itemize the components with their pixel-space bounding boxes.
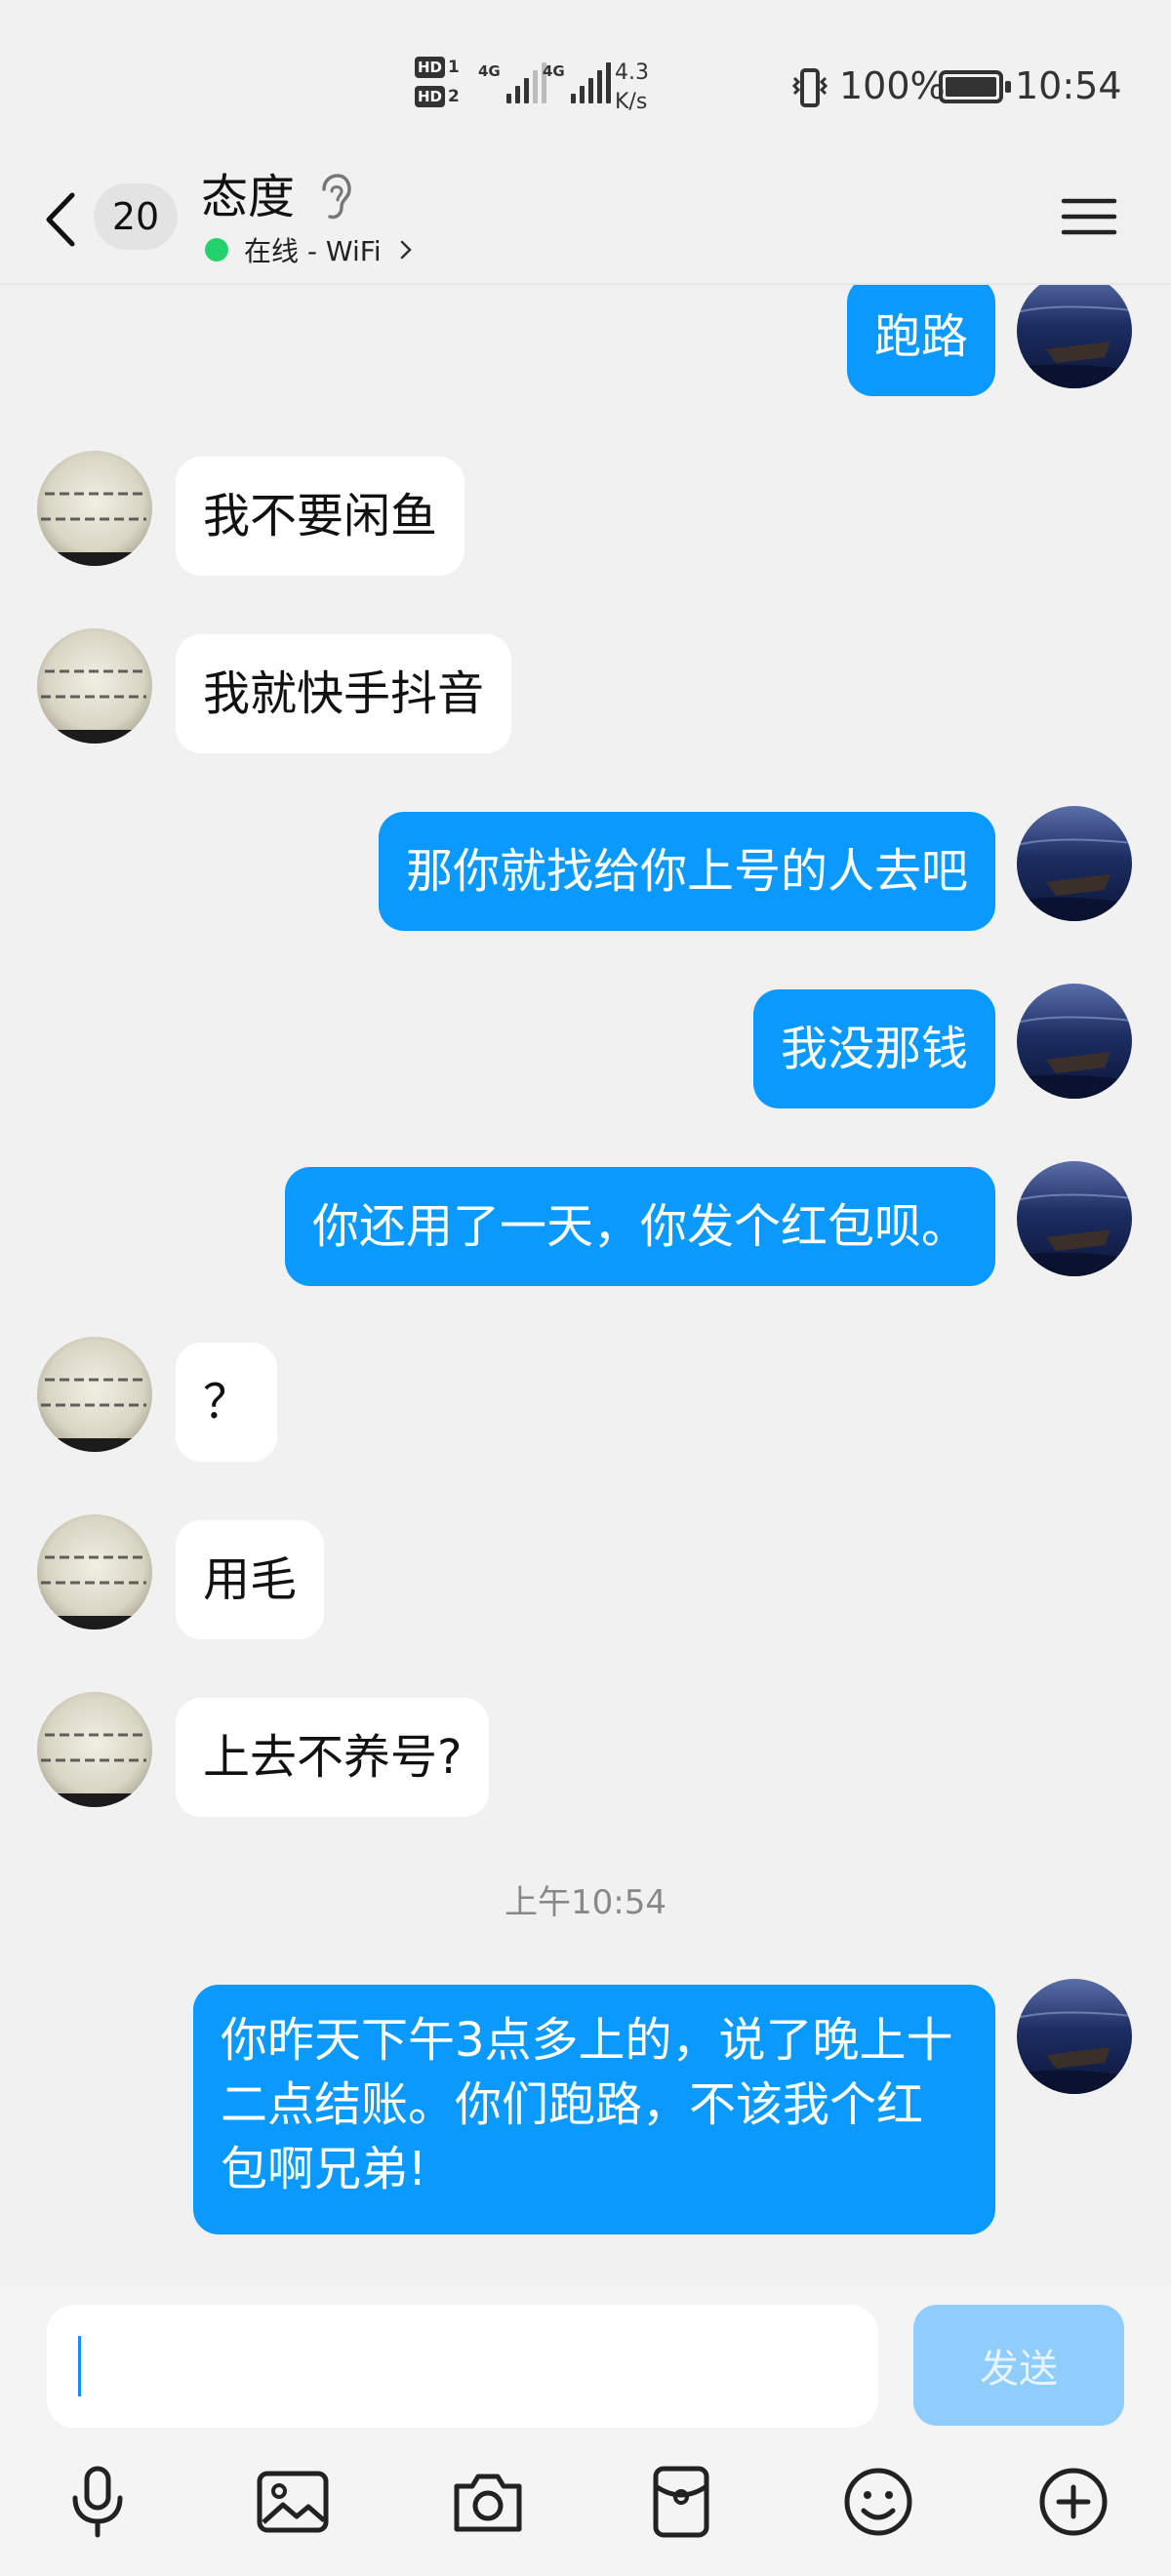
image-icon [257,2471,329,2533]
contact-avatar[interactable] [37,451,152,566]
my-avatar[interactable] [1017,285,1132,388]
battery-percent: 100% [839,64,946,107]
vibrate-icon [791,68,828,107]
emoji-icon [844,2468,912,2536]
status-bar: HD 1 HD 2 4G 4G 4.3 K/s 100% 10:54 [0,0,1171,166]
message-timestamp: 上午10:54 [505,1883,666,1922]
more-button[interactable] [1032,2461,1114,2543]
ear-mode-icon[interactable] [314,172,353,222]
contact-avatar[interactable] [37,1692,152,1807]
online-dot-icon [205,238,228,262]
emoji-button[interactable] [837,2461,919,2543]
red-packet-button[interactable] [640,2461,722,2543]
red-packet-icon [653,2466,709,2538]
photo-button[interactable] [252,2461,334,2543]
message-bubble-incoming[interactable]: 上去不养号? [176,1698,490,1817]
contact-avatar[interactable] [37,1514,152,1630]
message-text: 我没那钱 [780,1022,968,1076]
message-text: 你昨天下午3点多上的，说了晚上十二点结账。你们跑路，不该我个红包啊兄弟! [221,2013,953,2196]
message-list[interactable]: 跑路 我不要闲鱼 我就快手抖音 那你就找给你上号的人去吧 我没那钱 你还用了一天… [0,285,1171,2285]
my-avatar[interactable] [1017,984,1132,1099]
message-bubble-outgoing[interactable]: 你还用了一天，你发个红包呗。 [284,1167,995,1286]
contact-name[interactable]: 态度 [201,166,295,228]
clock: 10:54 [1015,64,1122,107]
screen: HD1 HD2 4G 4G 4.3 K/s 100% 10:54 20 态度 [0,0,1171,2576]
voice-button[interactable] [57,2461,139,2543]
message-bubble-outgoing[interactable]: 那你就找给你上号的人去吧 [378,812,995,931]
unread-count-badge[interactable]: 20 [94,183,178,250]
message-text: 跑路 [873,309,968,364]
chevron-right-icon [400,240,412,260]
input-area: 发送 [0,2285,1171,2576]
message-text: 我就快手抖音 [203,666,485,721]
battery-icon [939,70,1011,103]
message-text: 上去不养号? [203,1730,463,1785]
hd1-number: 1 [448,58,460,77]
network-speed: 4.3 K/s [615,59,649,117]
sim1-signal-icon: 4G [478,62,546,103]
hd1-badge: HD [415,57,446,78]
input-toolbar [0,2461,1171,2558]
message-text: 用毛 [203,1552,298,1607]
message-bubble-outgoing[interactable]: 跑路 [846,285,995,396]
message-text: 你还用了一天，你发个红包呗。 [311,1199,968,1254]
camera-icon [454,2474,522,2532]
send-button[interactable]: 发送 [913,2305,1124,2426]
text-cursor [78,2336,81,2396]
online-status[interactable]: 在线 - WiFi [205,230,413,269]
menu-icon[interactable] [1060,187,1118,246]
hd-voice-indicators: HD 1 HD 2 [415,55,469,113]
hd2-badge: HD [415,86,446,107]
network-speed-unit: K/s [615,90,648,114]
online-status-text: 在线 - WiFi [244,235,382,267]
back-arrow-icon[interactable] [37,176,86,263]
my-avatar[interactable] [1017,806,1132,921]
contact-avatar[interactable] [37,1337,152,1452]
message-bubble-outgoing[interactable]: 你昨天下午3点多上的，说了晚上十二点结账。你们跑路，不该我个红包啊兄弟! [193,1985,995,2234]
sim1-network-type: 4G [478,62,501,80]
my-avatar[interactable] [1017,1161,1132,1276]
sim2-network-type: 4G [543,62,565,80]
message-bubble-outgoing[interactable]: 我没那钱 [752,989,995,1108]
microphone-icon [72,2466,123,2538]
plus-icon [1039,2468,1108,2536]
camera-button[interactable] [447,2461,529,2543]
message-bubble-incoming[interactable]: 我就快手抖音 [176,634,512,753]
message-input[interactable] [47,2305,878,2428]
message-bubble-incoming[interactable]: 我不要闲鱼 [176,457,465,576]
contact-avatar[interactable] [37,628,152,744]
my-avatar[interactable] [1017,1979,1132,2094]
network-speed-value: 4.3 [615,60,649,85]
message-text: 那你就找给你上号的人去吧 [405,844,968,899]
message-text: 我不要闲鱼 [203,489,438,543]
chat-header: 20 态度 在线 - WiFi [0,166,1171,283]
hd2-number: 2 [448,87,460,106]
message-text: ？ [203,1375,251,1429]
sim2-signal-icon: 4G [543,62,611,103]
message-bubble-incoming[interactable]: 用毛 [176,1520,325,1639]
message-bubble-incoming[interactable]: ？ [176,1343,278,1462]
